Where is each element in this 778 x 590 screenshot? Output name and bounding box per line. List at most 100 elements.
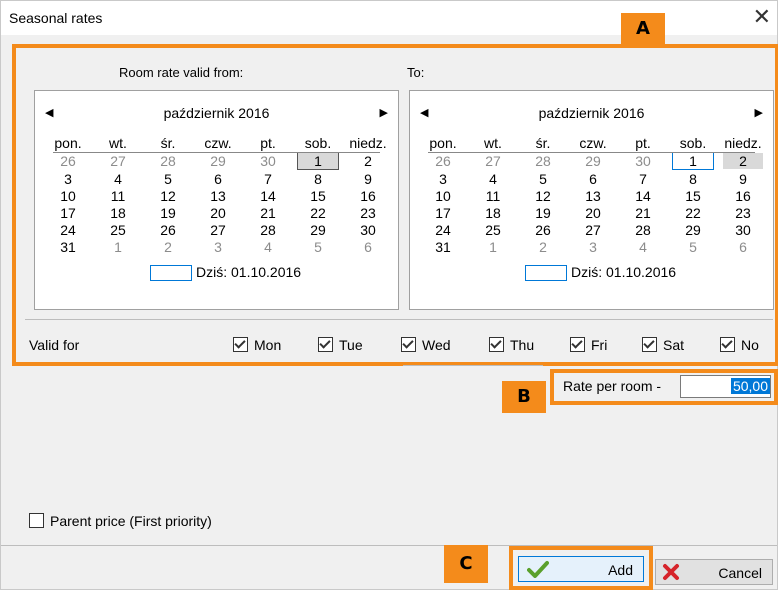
day-cell[interactable]: 2 [518,238,568,255]
day-checkbox-mon[interactable]: Mon [233,337,281,353]
checkbox-checked-icon[interactable] [401,337,416,352]
close-icon[interactable]: ✕ [753,5,771,29]
day-cell[interactable]: 4 [468,170,518,187]
day-cell[interactable]: 27 [568,221,618,238]
day-cell[interactable]: 9 [343,170,393,187]
day-cell[interactable]: 19 [143,204,193,221]
day-cell[interactable]: 11 [468,187,518,204]
selected-day[interactable]: 1 [297,152,339,170]
day-cell[interactable]: 5 [293,238,343,255]
day-cell[interactable]: 30 [718,221,768,238]
day-cell[interactable]: 14 [618,187,668,204]
day-checkbox-wed[interactable]: Wed [401,337,451,353]
day-cell[interactable]: 8 [293,170,343,187]
day-cell[interactable]: 24 [43,221,93,238]
day-cell[interactable]: 26 [43,152,93,170]
day-cell[interactable]: 4 [243,238,293,255]
checkbox-unchecked-icon[interactable] [29,513,44,528]
day-cell[interactable]: 30 [243,152,293,170]
cancel-button[interactable]: Cancel [655,559,773,585]
day-cell[interactable]: 29 [568,152,618,170]
day-cell[interactable]: 23 [343,204,393,221]
day-cell[interactable]: 25 [93,221,143,238]
day-cell[interactable]: 17 [43,204,93,221]
day-cell[interactable]: 31 [418,238,468,255]
day-cell[interactable]: 7 [618,170,668,187]
day-cell[interactable]: 29 [293,221,343,238]
day-cell[interactable]: 29 [193,152,243,170]
day-cell[interactable]: 1 [93,238,143,255]
day-cell[interactable]: 11 [93,187,143,204]
day-cell[interactable]: 2 [143,238,193,255]
day-cell[interactable]: 28 [243,221,293,238]
day-cell[interactable]: 13 [568,187,618,204]
day-cell[interactable]: 3 [418,170,468,187]
day-cell[interactable]: 24 [418,221,468,238]
day-cell[interactable]: 15 [293,187,343,204]
checkbox-checked-icon[interactable] [489,337,504,352]
day-cell[interactable]: 3 [43,170,93,187]
day-cell[interactable]: 23 [718,204,768,221]
day-cell-today[interactable]: 1 [668,152,718,170]
today-day[interactable]: 1 [672,152,714,170]
day-cell[interactable]: 10 [43,187,93,204]
day-cell[interactable]: 6 [343,238,393,255]
day-cell[interactable]: 25 [468,221,518,238]
day-cell[interactable]: 1 [468,238,518,255]
day-cell[interactable]: 18 [93,204,143,221]
selected-day[interactable]: 2 [723,153,763,169]
day-cell[interactable]: 5 [518,170,568,187]
day-cell[interactable]: 10 [418,187,468,204]
day-cell-selected[interactable]: 2 [718,152,768,170]
day-cell[interactable]: 3 [193,238,243,255]
day-cell[interactable]: 21 [243,204,293,221]
day-cell[interactable]: 5 [668,238,718,255]
day-cell[interactable]: 17 [418,204,468,221]
day-cell[interactable]: 12 [518,187,568,204]
checkbox-checked-icon[interactable] [642,337,657,352]
day-cell[interactable]: 28 [518,152,568,170]
day-cell[interactable]: 18 [468,204,518,221]
to-calendar[interactable]: ◀ październik 2016 ▶ pon. wt. śr. czw. p… [409,90,774,310]
parent-price-checkbox[interactable]: Parent price (First priority) [29,513,212,529]
day-cell[interactable]: 27 [193,221,243,238]
day-cell[interactable]: 16 [343,187,393,204]
day-cell-selected[interactable]: 1 [293,152,343,170]
day-cell[interactable]: 4 [618,238,668,255]
day-checkbox-sun[interactable]: No [720,337,759,353]
today-link[interactable]: Dziś: 01.10.2016 [571,264,676,280]
day-cell[interactable]: 28 [618,221,668,238]
next-month-icon[interactable]: ▶ [755,106,763,119]
day-cell[interactable]: 29 [668,221,718,238]
day-cell[interactable]: 20 [568,204,618,221]
day-cell[interactable]: 4 [93,170,143,187]
day-cell[interactable]: 26 [518,221,568,238]
from-calendar[interactable]: ◀ październik 2016 ▶ pon. wt. śr. czw. p… [34,90,399,310]
day-cell[interactable]: 30 [343,221,393,238]
day-cell[interactable]: 26 [418,152,468,170]
day-cell[interactable]: 28 [143,152,193,170]
day-cell[interactable]: 14 [243,187,293,204]
day-cell[interactable]: 21 [618,204,668,221]
day-cell[interactable]: 30 [618,152,668,170]
today-link[interactable]: Dziś: 01.10.2016 [196,264,301,280]
day-cell[interactable]: 31 [43,238,93,255]
day-cell[interactable]: 7 [243,170,293,187]
day-cell[interactable]: 27 [468,152,518,170]
day-cell[interactable]: 20 [193,204,243,221]
day-cell[interactable]: 13 [193,187,243,204]
day-cell[interactable]: 26 [143,221,193,238]
add-button[interactable]: Add [518,556,644,582]
day-cell[interactable]: 9 [718,170,768,187]
day-cell[interactable]: 15 [668,187,718,204]
day-cell[interactable]: 22 [668,204,718,221]
day-checkbox-fri[interactable]: Fri [570,337,607,353]
day-cell[interactable]: 12 [143,187,193,204]
day-cell[interactable]: 5 [143,170,193,187]
day-cell[interactable]: 19 [518,204,568,221]
checkbox-checked-icon[interactable] [570,337,585,352]
checkbox-checked-icon[interactable] [318,337,333,352]
day-checkbox-sat[interactable]: Sat [642,337,684,353]
day-cell[interactable]: 6 [193,170,243,187]
day-cell[interactable]: 22 [293,204,343,221]
